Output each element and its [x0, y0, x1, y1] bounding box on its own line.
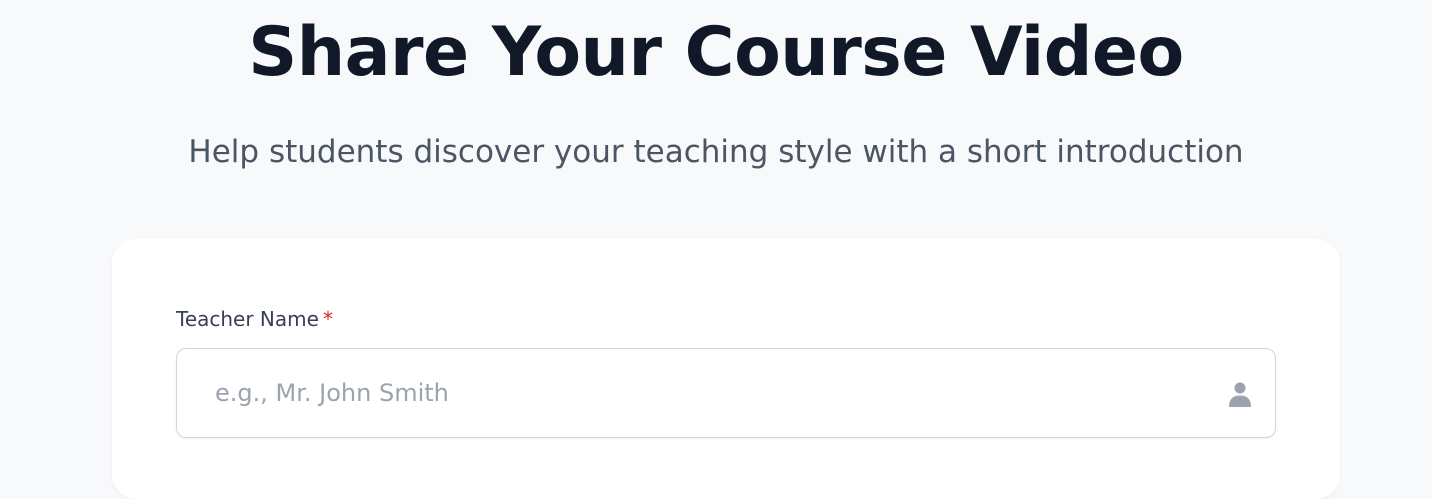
- page-title: Share Your Course Video: [248, 13, 1184, 92]
- teacher-name-label: Teacher Name *: [176, 306, 333, 332]
- teacher-name-field[interactable]: [176, 348, 1276, 438]
- user-icon: [1229, 382, 1251, 407]
- required-asterisk: *: [322, 307, 333, 331]
- page-subtitle: Help students discover your teaching sty…: [188, 134, 1244, 170]
- teacher-name-label-text: Teacher Name: [176, 307, 319, 331]
- teacher-name-input[interactable]: [215, 349, 1195, 437]
- course-video-form-card: Teacher Name *: [112, 239, 1340, 499]
